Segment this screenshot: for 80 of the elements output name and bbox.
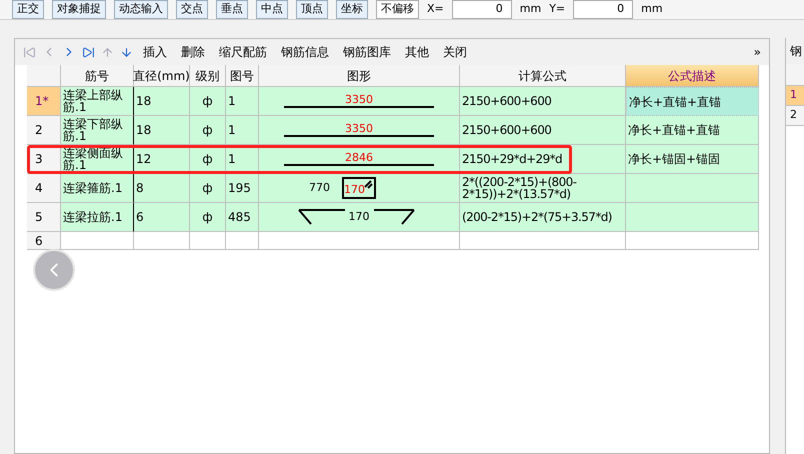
table-cell: 连梁下部纵筋.1: [61, 116, 134, 145]
column-header[interactable]: [786, 64, 804, 86]
table-cell: 8: [134, 174, 190, 203]
table-cell: 净长+直锚+直锚: [626, 116, 759, 145]
row-header[interactable]: 2: [27, 116, 61, 145]
toolbar-button[interactable]: 插入: [139, 43, 171, 61]
snap-toggle[interactable]: 坐标: [336, 0, 368, 19]
table-cell: 1: [226, 87, 259, 116]
table-cell: 2150+600+600: [460, 87, 626, 116]
table-cell: [226, 232, 259, 250]
table-cell: 连梁上部纵筋.1: [61, 87, 134, 116]
snap-toggle[interactable]: 正交: [12, 0, 44, 19]
column-header[interactable]: 公式描述: [626, 65, 759, 87]
table-row[interactable]: 5 连梁拉筋.1 6 ф 485 170 (200-2*15)+2*(75+3.57*d): [27, 203, 761, 232]
back-button[interactable]: [33, 249, 75, 291]
row-header[interactable]: 4: [27, 174, 61, 203]
column-header[interactable]: 图号: [226, 65, 259, 87]
x-label: X=: [427, 1, 444, 18]
x-field[interactable]: 0: [452, 0, 512, 19]
snap-toggle[interactable]: 动态输入: [114, 0, 168, 19]
snap-toggle[interactable]: 交点: [176, 0, 208, 19]
table-cell: 1: [226, 116, 259, 145]
row-header[interactable]: 6: [27, 232, 61, 250]
length-label: 3350: [345, 94, 373, 106]
column-header[interactable]: 级别: [190, 65, 226, 87]
more-button[interactable]: »: [754, 43, 761, 61]
table-cell: 18: [134, 116, 190, 145]
table-cell: [134, 232, 190, 250]
first-icon[interactable]: [23, 46, 36, 58]
toolbar-button[interactable]: 关闭: [439, 43, 471, 61]
unit-label: mm: [520, 1, 542, 18]
snap-toggle[interactable]: 对象捕捉: [52, 0, 106, 19]
snap-toggle[interactable]: 中点: [256, 0, 288, 19]
toolbar-button[interactable]: 钢筋图库: [339, 43, 395, 61]
table-cell: 连梁箍筋.1: [61, 174, 134, 203]
row-header[interactable]: 5: [27, 203, 61, 232]
row-header[interactable]: 1: [786, 86, 804, 106]
length-label: 2846: [345, 152, 373, 164]
length-label: 770: [309, 180, 330, 196]
offset-select[interactable]: 不偏移: [376, 0, 419, 19]
table-cell: 净长+锚固+锚固: [626, 145, 759, 174]
stirrup-drawing: 170: [342, 177, 376, 199]
unit-label: mm: [641, 1, 663, 18]
row-header[interactable]: 1*: [27, 87, 61, 116]
table-cell: 195: [226, 174, 259, 203]
table-cell: 净长+直锚+直锚: [626, 87, 759, 116]
table-cell: 485: [226, 203, 259, 232]
toolbar-button[interactable]: 删除: [177, 43, 209, 61]
toolbar-button[interactable]: 缩尺配筋: [215, 43, 271, 61]
table-cell: 18: [134, 87, 190, 116]
table-row[interactable]: 4 连梁箍筋.1 8 ф 195 770 170 2*((200-2*15)+(800-2*15))+2*(13.57*d): [27, 174, 761, 203]
length-label: 3350: [345, 123, 373, 135]
table-cell: 6: [134, 203, 190, 232]
toolbar-button[interactable]: 钢筋信息: [277, 43, 333, 61]
y-label: Y=: [549, 1, 566, 18]
table-cell: ф: [190, 174, 226, 203]
table-cell: ф: [190, 203, 226, 232]
table-cell: ф: [190, 116, 226, 145]
snap-toggle[interactable]: 垂点: [216, 0, 248, 19]
column-header[interactable]: 计算公式: [460, 65, 626, 87]
table-cell: (200-2*15)+2*(75+3.57*d): [460, 203, 626, 232]
last-icon[interactable]: [82, 46, 95, 58]
column-header[interactable]: 图形: [259, 65, 460, 87]
row-header[interactable]: 2: [786, 106, 804, 126]
table-cell: 2150+600+600: [460, 116, 626, 145]
table-cell: 连梁拉筋.1: [61, 203, 134, 232]
table-row[interactable]: 1* 连梁上部纵筋.1 18 ф 1 3350 2150+600+600 净长+直锚+直锚: [27, 87, 761, 116]
y-field[interactable]: 0: [573, 0, 634, 19]
table-cell: ф: [190, 87, 226, 116]
side-panel-title: 钢: [786, 38, 804, 64]
move-down-icon[interactable]: [120, 46, 133, 58]
column-header[interactable]: 筋号: [61, 65, 134, 87]
table-row[interactable]: 6: [27, 232, 761, 250]
move-up-icon[interactable]: [101, 46, 114, 58]
snap-toggle[interactable]: 顶点: [296, 0, 328, 19]
column-header[interactable]: 直径(mm): [134, 65, 190, 87]
table-row[interactable]: 2 连梁下部纵筋.1 18 ф 1 3350 2150+600+600 净长+直锚+直锚: [27, 116, 761, 145]
table-cell: 2*((200-2*15)+(800-2*15))+2*(13.57*d): [460, 174, 626, 203]
table-cell: [190, 232, 226, 250]
toolbar-button[interactable]: 其他: [401, 43, 433, 61]
